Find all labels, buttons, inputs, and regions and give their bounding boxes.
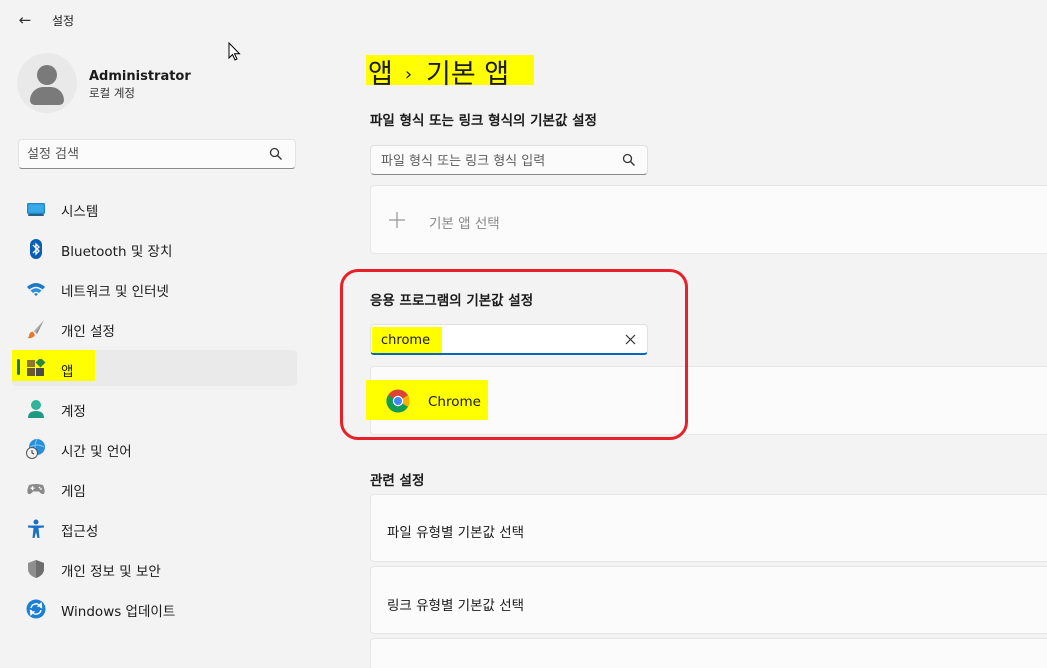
breadcrumb: 앱 › 기본 앱 <box>368 52 509 91</box>
sidebar-item-label: 계정 <box>61 404 86 420</box>
choose-default-app-label: 기본 앱 선택 <box>429 216 500 232</box>
gamepad-icon <box>27 484 45 495</box>
sidebar-item-label: Bluetooth 및 장치 <box>61 244 173 260</box>
sidebar-item-label: 접근성 <box>61 524 99 540</box>
bluetooth-icon <box>30 239 42 259</box>
user-profile[interactable]: Administrator 로컬 계정 <box>17 53 297 113</box>
clear-icon[interactable] <box>625 334 636 345</box>
breadcrumb-parent[interactable]: 앱 <box>368 59 393 90</box>
shield-icon <box>28 560 44 578</box>
related-item-partial[interactable] <box>370 638 1047 668</box>
brush-icon <box>27 320 44 339</box>
sidebar-item-windows-update[interactable]: Windows 업데이트 <box>12 590 297 626</box>
accessibility-icon <box>28 519 44 538</box>
app-result-name: Chrome <box>428 394 481 410</box>
related-item-label: 링크 유형별 기본값 선택 <box>387 598 525 614</box>
sidebar-item-gaming[interactable]: 게임 <box>12 470 297 506</box>
search-icon[interactable] <box>269 147 283 161</box>
avatar <box>17 53 77 113</box>
plus-icon <box>389 212 405 228</box>
sidebar-item-system[interactable]: 시스템 <box>12 190 297 226</box>
highlight-mark <box>12 350 95 381</box>
related-settings-heading: 관련 설정 <box>370 473 425 489</box>
sidebar-item-apps[interactable]: 앱 <box>12 350 297 386</box>
file-link-defaults-heading: 파일 형식 또는 링크 형식의 기본값 설정 <box>370 113 597 129</box>
sidebar-item-label: 게임 <box>61 484 86 500</box>
wifi-icon <box>27 283 45 296</box>
page-title: 기본 앱 <box>426 59 510 90</box>
sidebar-item-personalization[interactable]: 개인 설정 <box>12 310 297 346</box>
sidebar-item-privacy-security[interactable]: 개인 정보 및 보안 <box>12 550 297 586</box>
sidebar-nav: 시스템 Bluetooth 및 장치 네트워크 및 인터넷 개인 설정 앱 계정… <box>12 190 297 630</box>
window-title: 설정 <box>52 14 75 28</box>
sidebar-item-label: 앱 <box>61 364 74 380</box>
sidebar-item-label: 개인 설정 <box>61 324 115 340</box>
breadcrumb-separator: › <box>404 64 413 85</box>
sidebar-item-time-language[interactable]: 시간 및 언어 <box>12 430 297 466</box>
sidebar-item-label: 네트워크 및 인터넷 <box>61 284 169 300</box>
file-link-type-input[interactable] <box>381 152 611 170</box>
file-link-type-search-box[interactable] <box>370 145 648 175</box>
app-search-input[interactable] <box>381 331 601 349</box>
profile-name: Administrator <box>89 69 191 84</box>
app-defaults-heading: 응용 프로그램의 기본값 설정 <box>370 293 534 309</box>
sidebar-item-accounts[interactable]: 계정 <box>12 390 297 426</box>
title-bar: ← 설정 <box>0 0 1047 40</box>
active-indicator <box>17 359 20 375</box>
sidebar-item-bluetooth[interactable]: Bluetooth 및 장치 <box>12 230 297 266</box>
chrome-icon <box>386 389 410 413</box>
settings-search-input[interactable] <box>27 145 257 163</box>
update-icon <box>26 599 46 619</box>
sidebar-item-label: Windows 업데이트 <box>61 604 176 620</box>
settings-search-box[interactable] <box>18 139 296 169</box>
sidebar-item-label: 개인 정보 및 보안 <box>61 564 161 580</box>
sidebar-item-label: 시간 및 언어 <box>61 444 132 460</box>
sidebar-item-accessibility[interactable]: 접근성 <box>12 510 297 546</box>
search-icon[interactable] <box>622 153 636 167</box>
choose-default-app-card[interactable]: 기본 앱 선택 <box>370 185 1047 254</box>
related-item-link-type-defaults[interactable]: 링크 유형별 기본값 선택 <box>370 566 1047 634</box>
related-item-label: 파일 유형별 기본값 선택 <box>387 525 525 541</box>
profile-account-type: 로컬 계정 <box>89 86 135 100</box>
time-language-icon <box>26 439 45 459</box>
account-icon <box>28 400 44 418</box>
apps-icon <box>27 359 46 376</box>
related-item-file-type-defaults[interactable]: 파일 유형별 기본값 선택 <box>370 494 1047 562</box>
back-arrow-icon[interactable]: ← <box>14 10 36 30</box>
system-icon <box>27 203 45 216</box>
sidebar-item-label: 시스템 <box>61 204 99 220</box>
app-search-box[interactable] <box>370 324 648 355</box>
sidebar-item-network[interactable]: 네트워크 및 인터넷 <box>12 270 297 306</box>
